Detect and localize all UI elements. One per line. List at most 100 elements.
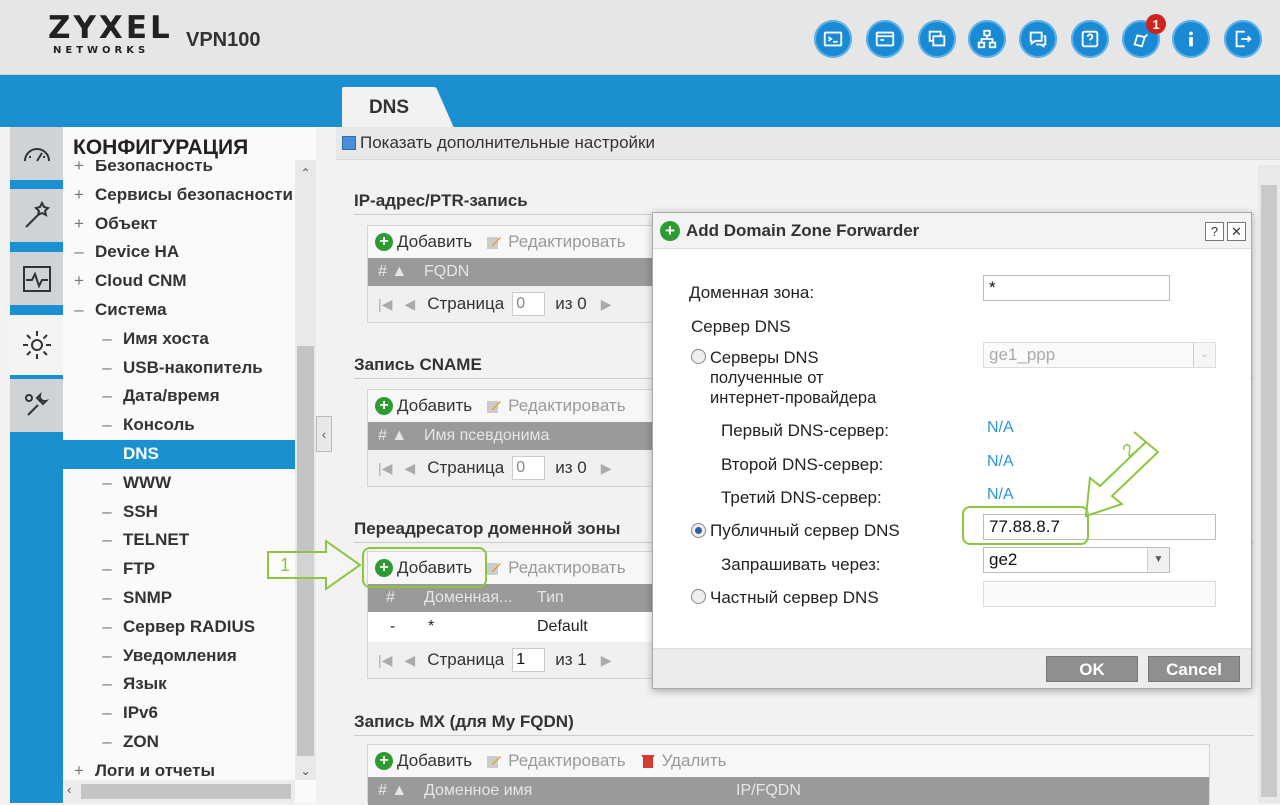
add-icon: +: [660, 220, 680, 241]
private-dns-radio[interactable]: [691, 589, 706, 604]
nav-item-dns[interactable]: DNS: [63, 439, 295, 469]
first-page-icon[interactable]: |◀: [378, 652, 392, 669]
notifications-icon[interactable]: 1: [1122, 14, 1166, 58]
next-page-icon[interactable]: ▶: [601, 460, 612, 477]
column-alias[interactable]: Имя псевдонима: [424, 427, 549, 445]
column-domain-name[interactable]: Доменное имя: [424, 782, 736, 800]
next-page-icon[interactable]: ▶: [601, 652, 612, 669]
section-title-forwarder: Переадресатор доменной зоны: [354, 519, 621, 538]
mx-toolbar: + Добавить Редактировать Удалить: [368, 745, 1209, 777]
nav-item-console[interactable]: – Консоль: [63, 411, 295, 440]
nav-item-cloud-cnm[interactable]: + Cloud CNM: [63, 267, 295, 296]
mx-table-header: # ▲ Доменное имя IP/FQDN: [368, 777, 1209, 805]
mx-add-button[interactable]: + Добавить: [375, 751, 472, 771]
help-icon[interactable]: [1071, 20, 1109, 58]
main-vertical-scrollbar[interactable]: [1258, 165, 1280, 803]
column-number[interactable]: # ▲: [368, 427, 424, 445]
wizard-icon[interactable]: [10, 189, 63, 244]
nav-item-ssh[interactable]: – SSH: [63, 498, 295, 527]
maintenance-tools-icon[interactable]: [10, 379, 63, 434]
cname-add-button[interactable]: + Добавить: [375, 396, 472, 416]
section-title-cname: Запись CNAME: [354, 355, 482, 374]
isp-interface-select[interactable]: ge1_ppp ⌄: [983, 342, 1216, 368]
windows-icon[interactable]: [918, 20, 956, 58]
nav-horizontal-scrollbar[interactable]: ‹: [63, 780, 295, 803]
dashboard-icon[interactable]: [10, 127, 63, 182]
highlight-public-dns: [962, 506, 1089, 545]
nav-item-zon[interactable]: – ZON: [63, 728, 295, 757]
cname-edit-button[interactable]: Редактировать: [486, 396, 626, 416]
column-type[interactable]: Тип: [537, 589, 564, 607]
domain-zone-input[interactable]: *: [983, 275, 1170, 301]
chevron-down-icon: ⌄: [1193, 343, 1215, 367]
mx-delete-button[interactable]: Удалить: [640, 751, 726, 771]
first-page-icon[interactable]: |◀: [378, 296, 392, 313]
scroll-down-icon[interactable]: ⌄: [297, 764, 314, 778]
prev-page-icon[interactable]: ◀: [404, 296, 415, 313]
main-scroll-thumb[interactable]: [1261, 185, 1277, 797]
nav-item-www[interactable]: – WWW: [63, 469, 295, 498]
nav-item-notifications[interactable]: – Уведомления: [63, 642, 295, 671]
nav-item-language[interactable]: – Язык: [63, 670, 295, 699]
info-icon[interactable]: [1172, 20, 1210, 58]
messages-icon[interactable]: [1019, 20, 1057, 58]
tab-dns[interactable]: DNS: [342, 87, 454, 128]
nav-item-object[interactable]: + Объект: [63, 210, 295, 239]
column-number[interactable]: #: [368, 589, 424, 607]
configuration-gear-icon[interactable]: [10, 315, 63, 377]
nav-item-device-ha[interactable]: – Device HA: [63, 238, 295, 267]
ok-button[interactable]: OK: [1046, 656, 1138, 682]
logout-icon[interactable]: [1224, 20, 1262, 58]
cname-page-input[interactable]: [512, 456, 546, 480]
prev-page-icon[interactable]: ◀: [404, 460, 415, 477]
nav-item-security-services[interactable]: + Сервисы безопасности: [63, 181, 295, 210]
nav-item-telnet[interactable]: – TELNET: [63, 526, 295, 555]
nav-item-hostname[interactable]: – Имя хоста: [63, 325, 295, 354]
nav-item-radius-server[interactable]: – Сервер RADIUS: [63, 613, 295, 642]
column-number[interactable]: # ▲: [368, 263, 424, 281]
forwarder-edit-button[interactable]: Редактировать: [486, 558, 626, 578]
monitor-icon[interactable]: [10, 252, 63, 307]
prev-page-icon[interactable]: ◀: [404, 652, 415, 669]
add-icon: +: [375, 233, 393, 251]
private-dns-input[interactable]: [983, 581, 1216, 607]
dialog-header: + Add Domain Zone Forwarder: [653, 213, 1251, 249]
cname-table-header: # ▲ Имя псевдонима: [368, 422, 656, 450]
column-fqdn[interactable]: FQDN: [424, 263, 469, 281]
nav-item-system[interactable]: – Система: [63, 296, 295, 325]
ptr-edit-button[interactable]: Редактировать: [486, 232, 626, 252]
ptr-pager: |◀ ◀ Страница из 0 ▶: [368, 286, 656, 322]
column-ip-fqdn[interactable]: IP/FQDN: [736, 782, 801, 800]
first-page-icon[interactable]: |◀: [378, 460, 392, 477]
table-row[interactable]: - * Default: [368, 612, 656, 642]
collapse-panel-toggle[interactable]: ‹: [316, 416, 332, 452]
hscroll-thumb[interactable]: [81, 784, 291, 799]
nav-item-ftp[interactable]: – FTP: [63, 555, 295, 584]
scroll-up-icon[interactable]: ⌃: [297, 166, 314, 180]
nav-item-usb-storage[interactable]: – USB-накопитель: [63, 354, 295, 383]
next-page-icon[interactable]: ▶: [601, 296, 612, 313]
nav-item-snmp[interactable]: – SNMP: [63, 584, 295, 613]
forwarder-page-input[interactable]: [512, 648, 546, 672]
ptr-add-button[interactable]: + Добавить: [375, 232, 472, 252]
scroll-left-icon[interactable]: ‹: [67, 782, 71, 797]
nav-vertical-scrollbar[interactable]: ⌃ ⌄: [295, 160, 316, 780]
cancel-button[interactable]: Cancel: [1148, 656, 1240, 682]
nav-title: КОНФИГУРАЦИЯ: [73, 136, 257, 160]
network-map-icon[interactable]: [968, 20, 1006, 58]
ptr-page-input[interactable]: [512, 292, 546, 316]
query-via-select[interactable]: ge2 ▼: [983, 547, 1170, 573]
show-advanced-settings[interactable]: Показать дополнительные настройки: [336, 127, 1280, 160]
mx-edit-button[interactable]: Редактировать: [486, 751, 626, 771]
nav-item-ipv6[interactable]: – IPv6: [63, 699, 295, 728]
isp-dns-radio[interactable]: [691, 349, 706, 364]
cli-icon[interactable]: [866, 20, 904, 58]
nav-item-date-time[interactable]: – Дата/время: [63, 382, 295, 411]
dialog-help-icon[interactable]: ?: [1205, 222, 1224, 241]
console-icon[interactable]: [814, 20, 852, 58]
dialog-close-icon[interactable]: ✕: [1227, 222, 1246, 241]
public-dns-radio[interactable]: [691, 523, 706, 538]
isp-dns-label: Серверы DNS полученные от интернет-прова…: [710, 349, 877, 407]
column-number[interactable]: # ▲: [368, 782, 424, 800]
column-domain-zone[interactable]: Доменная...: [424, 589, 537, 607]
